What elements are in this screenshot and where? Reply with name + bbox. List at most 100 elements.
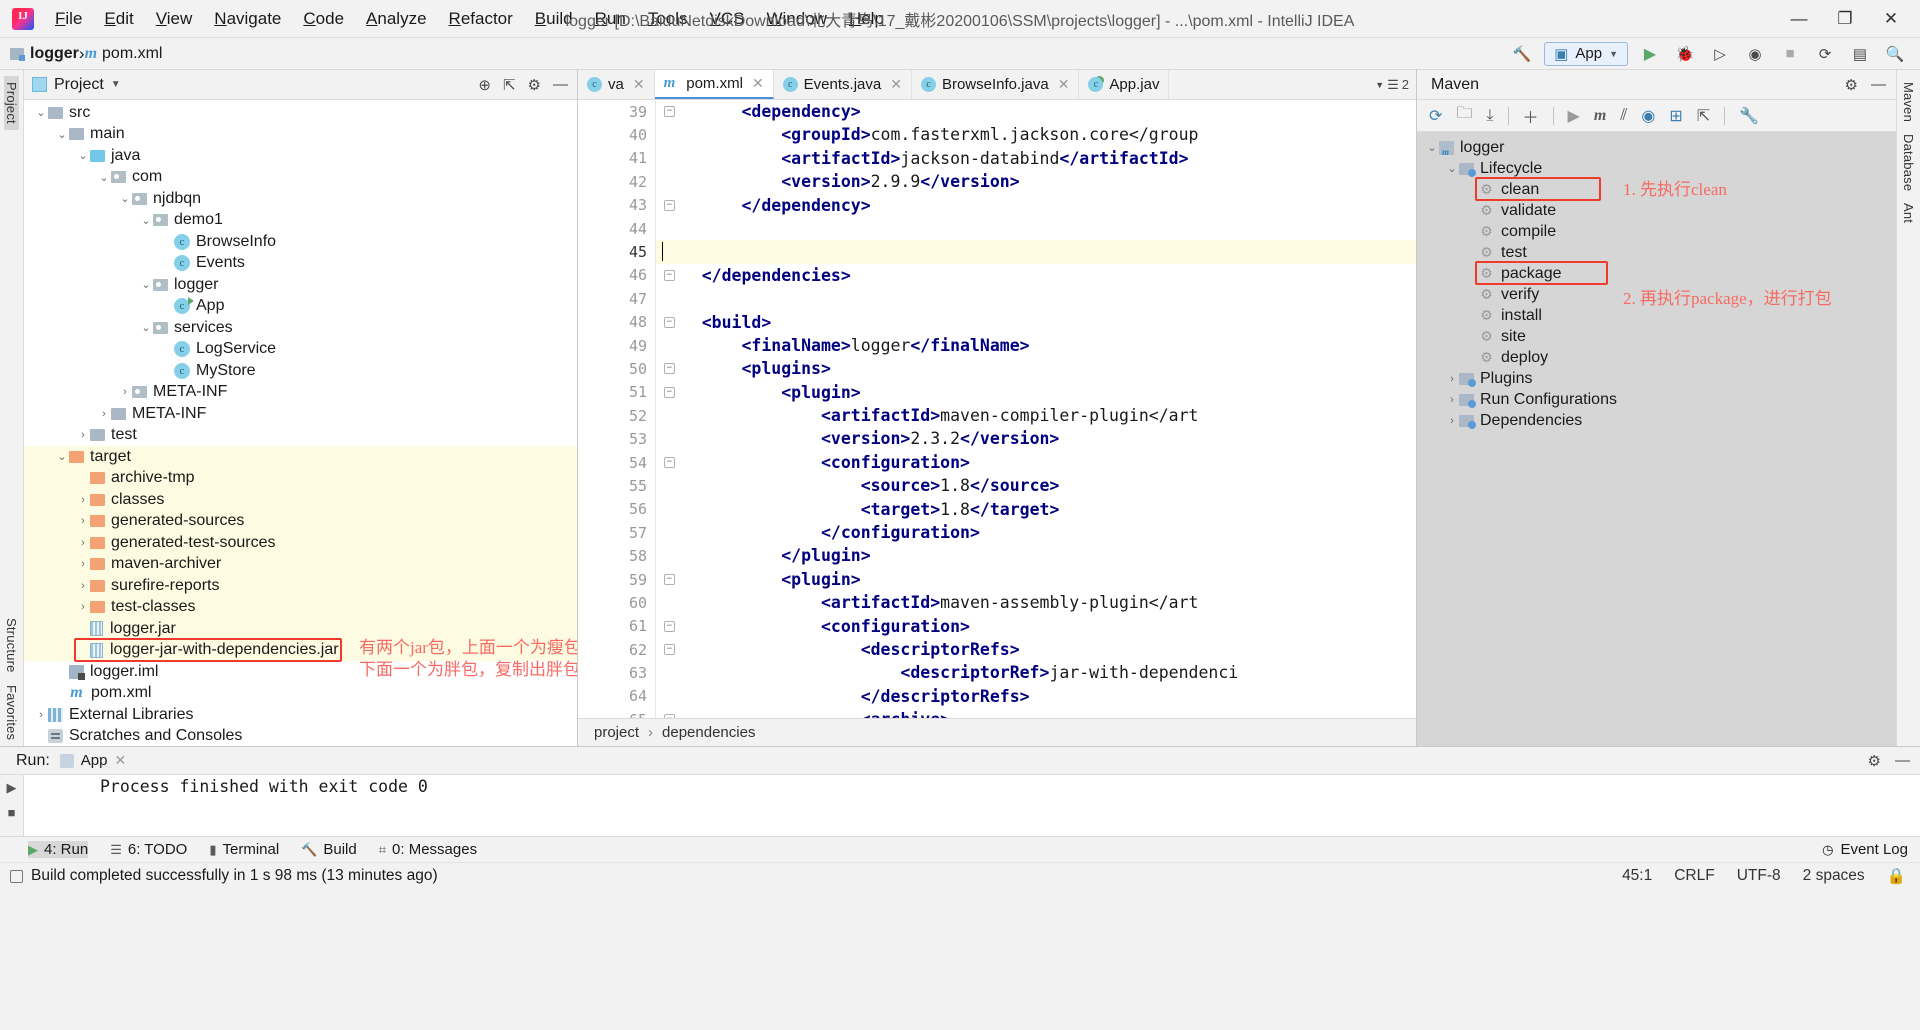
tool-window-build[interactable]: 🔨 Build (301, 841, 357, 858)
settings-icon[interactable]: ⚙ (1845, 76, 1858, 94)
tree-node[interactable]: › test-classes (24, 596, 577, 618)
tree-node[interactable]: c BrowseInfo (24, 231, 577, 253)
tree-node[interactable]: › generated-sources (24, 510, 577, 532)
offline-icon[interactable]: ◉ (1641, 106, 1655, 126)
chevron-right-icon[interactable]: › (76, 494, 90, 506)
maven-tree-node[interactable]: ⚙ deploy (1417, 347, 1896, 368)
debug-icon[interactable]: 🐞 (1672, 41, 1698, 67)
update-icon[interactable]: ⟳ (1812, 41, 1838, 67)
maven-tree-node[interactable]: ⚙ compile (1417, 221, 1896, 242)
settings-icon[interactable]: ⚙ (528, 76, 541, 94)
coverage-icon[interactable]: ▷ (1707, 41, 1733, 67)
tool-window-0--messages[interactable]: ⌗ 0: Messages (379, 841, 477, 858)
chevron-right-icon[interactable]: › (1445, 394, 1459, 406)
close-icon[interactable]: ✕ (890, 76, 902, 93)
chevron-right-icon[interactable]: › (1445, 373, 1459, 385)
chevron-right-icon[interactable]: › (76, 537, 90, 549)
tree-node[interactable]: Scratches and Consoles (24, 726, 577, 747)
plus-icon[interactable]: ＋ (1523, 104, 1539, 128)
menu-item-code[interactable]: Code (292, 5, 355, 33)
maven-tree-node[interactable]: ⚙ site (1417, 326, 1896, 347)
tree-node[interactable]: › generated-test-sources (24, 532, 577, 554)
tree-node[interactable]: c App (24, 296, 577, 318)
tree-node[interactable]: ⌄ demo1 (24, 210, 577, 232)
editor-tab-va[interactable]: c va ✕ (578, 70, 655, 99)
chevron-down-icon[interactable]: ⌄ (118, 192, 132, 205)
tree-node[interactable]: › META-INF (24, 382, 577, 404)
editor-tabs[interactable]: c va ✕ m pom.xml ✕ c Events.java ✕ c BrowseInfo.ja… (578, 70, 1416, 100)
chevron-down-icon[interactable]: ▼ (111, 79, 121, 90)
chevron-right-icon[interactable]: › (76, 558, 90, 570)
chevron-right-icon[interactable]: › (97, 408, 111, 420)
strip-item-database[interactable]: Database (1901, 128, 1916, 197)
show-diagram-icon[interactable]: ⊞ (1669, 106, 1682, 126)
hammer-icon[interactable]: 🔨 (1509, 41, 1535, 67)
breadcrumb-element-1[interactable]: dependencies (662, 724, 755, 741)
editor-tab-pom-xml[interactable]: m pom.xml ✕ (654, 70, 774, 99)
menu-item-refactor[interactable]: Refactor (438, 5, 524, 33)
chevron-down-icon[interactable]: ⌄ (55, 450, 69, 463)
strip-item-structure[interactable]: Structure (4, 612, 19, 679)
tool-window-bar[interactable]: ▶ 4: Run ☰ 6: TODO ▮ Terminal 🔨 Build ⌗ 0: Messag… (0, 836, 1920, 862)
maven-tree-node[interactable]: › Dependencies (1417, 410, 1896, 431)
chevron-right-icon[interactable]: › (76, 601, 90, 613)
reload-icon[interactable]: ⟳ (1429, 106, 1442, 126)
chevron-down-icon[interactable]: ⌄ (34, 106, 48, 119)
encoding[interactable]: UTF-8 (1737, 867, 1781, 885)
maven-tree-node[interactable]: ⌄ Lifecycle (1417, 158, 1896, 179)
maven-toolbar[interactable]: ⟳ 🗀 ⤓ ＋ ▶ m ⫽ ◉ ⊞ ⇱ 🔧 (1417, 100, 1896, 132)
chevron-down-icon[interactable]: ⌄ (55, 128, 69, 141)
tree-node[interactable]: c Events (24, 253, 577, 275)
tool-window-terminal[interactable]: ▮ Terminal (209, 841, 279, 858)
maven-tree-node[interactable]: ⚙ test (1417, 242, 1896, 263)
skip-tests-icon[interactable]: ⫽ (1620, 107, 1627, 125)
chevron-down-icon[interactable]: ⌄ (1445, 162, 1459, 175)
tool-window-4--run[interactable]: ▶ 4: Run (28, 841, 89, 858)
tree-node[interactable]: m pom.xml (24, 683, 577, 705)
tree-node[interactable]: ⌄ logger (24, 274, 577, 296)
chevron-down-icon[interactable]: ⌄ (1425, 141, 1439, 154)
maven-tree-node[interactable]: ⚙ validate (1417, 200, 1896, 221)
tree-node[interactable]: › classes (24, 489, 577, 511)
close-icon[interactable]: ✕ (633, 76, 645, 93)
breadcrumb-element-0[interactable]: project (594, 724, 639, 741)
console-action-strip[interactable]: ▶ ■ (0, 775, 24, 836)
chevron-right-icon[interactable]: › (76, 580, 90, 592)
close-icon[interactable]: ✕ (115, 752, 127, 769)
chevron-down-icon[interactable]: ▼ (1375, 80, 1384, 90)
settings-icon[interactable]: ⚙ (1868, 752, 1881, 770)
tree-node[interactable]: ⌄ main (24, 124, 577, 146)
tree-node[interactable]: ⌄ com (24, 167, 577, 189)
menu-item-navigate[interactable]: Navigate (203, 5, 292, 33)
maven-icon[interactable]: m (1594, 107, 1606, 125)
project-tree[interactable]: ⌄ src ⌄ main ⌄ java ⌄ com ⌄ njdbqn ⌄ demo1 c BrowseIn… (24, 100, 577, 746)
maven-tree-node[interactable]: › Plugins (1417, 368, 1896, 389)
search-icon[interactable]: 🔍 (1882, 41, 1908, 67)
menu-item-file[interactable]: File (44, 5, 93, 33)
maven-tree-node[interactable]: ⌄ logger (1417, 137, 1896, 158)
maven-tree-node[interactable]: › Run Configurations (1417, 389, 1896, 410)
maximize-button[interactable]: ❐ (1822, 1, 1868, 37)
strip-item-ant[interactable]: Ant (1901, 197, 1916, 229)
tree-node[interactable]: c LogService (24, 339, 577, 361)
tool-window-6--todo[interactable]: ☰ 6: TODO (110, 841, 187, 858)
menu-item-view[interactable]: View (145, 5, 204, 33)
breadcrumb-file[interactable]: m pom.xml (85, 45, 163, 63)
download-sources-icon[interactable]: ⤓ (1486, 107, 1493, 125)
chevron-down-icon[interactable]: ⌄ (139, 214, 153, 227)
tree-node[interactable]: ⌄ services (24, 317, 577, 339)
indent-setting[interactable]: 2 spaces (1803, 867, 1865, 885)
tree-node[interactable]: › test (24, 425, 577, 447)
chevron-right-icon[interactable]: › (118, 386, 132, 398)
strip-item-favorites[interactable]: Favorites (4, 679, 19, 746)
close-button[interactable]: ✕ (1868, 1, 1914, 37)
profile-icon[interactable]: ◉ (1742, 41, 1768, 67)
stop-icon[interactable]: ■ (1777, 41, 1803, 67)
hide-icon[interactable]: — (1895, 752, 1910, 770)
run-icon[interactable]: ▶ (1568, 106, 1580, 126)
run-icon[interactable]: ▶ (1637, 41, 1663, 67)
tree-node[interactable]: ⌄ java (24, 145, 577, 167)
tree-node[interactable]: › surefire-reports (24, 575, 577, 597)
tree-node[interactable]: ⌄ src (24, 102, 577, 124)
layout-icon[interactable]: ▤ (1847, 41, 1873, 67)
